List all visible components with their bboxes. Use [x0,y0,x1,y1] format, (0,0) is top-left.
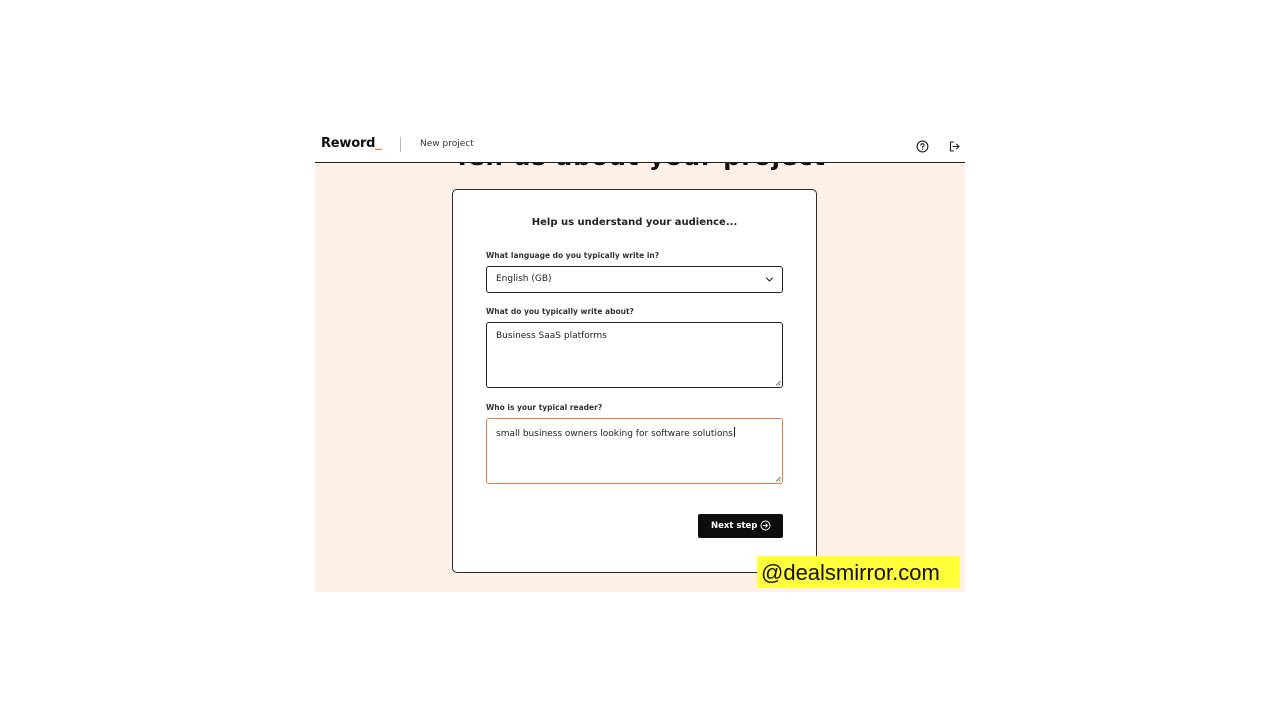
arrow-right-circle-icon [760,520,771,531]
reader-text: small business owners looking for softwa… [496,429,733,439]
text-caret [733,427,735,437]
language-selected-value: English (GB) [496,274,552,284]
topic-text: Business SaaS platforms [496,331,607,341]
reader-textarea[interactable]: small business owners looking for softwa… [486,418,783,484]
language-label: What language do you typically write in? [486,251,660,260]
resize-handle-icon[interactable] [775,476,781,482]
logout-icon[interactable] [948,138,961,152]
help-circle-icon[interactable] [916,138,929,153]
form-title: Help us understand your audience... [531,217,738,228]
chevron-down-icon [765,277,774,282]
main-canvas: Tell us about your project Help us under… [315,143,965,592]
reader-label: Who is your typical reader? [486,403,603,412]
resize-handle-icon[interactable] [775,380,781,386]
topic-textarea[interactable]: Business SaaS platforms [486,322,783,388]
header-divider [400,137,401,152]
logo-text: Reword [321,136,376,151]
top-navigation-bar: Reword_ New project [315,126,965,163]
reword-logo[interactable]: Reword_ [321,136,382,151]
reader-text-wrapper: small business owners looking for softwa… [496,427,735,439]
watermark-banner: @dealsmirror.com [757,556,960,588]
topic-label: What do you typically write about? [486,307,634,316]
app-window: Reword_ New project Tell us about your p… [315,126,965,592]
logo-underscore: _ [375,136,382,151]
project-breadcrumb: New project [420,139,474,149]
language-select[interactable]: English (GB) [486,266,783,293]
audience-form-card: Help us understand your audience... What… [452,189,817,573]
watermark-text: @dealsmirror.com [761,560,940,585]
next-step-button[interactable]: Next step [698,514,783,538]
next-step-label: Next step [711,521,758,531]
